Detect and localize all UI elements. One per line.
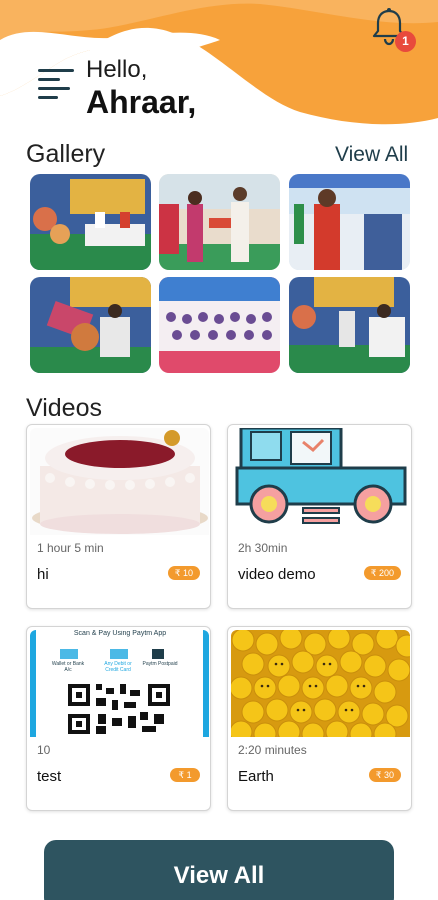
video-card[interactable]: 1 hour 5 min hi ₹ 10 [26, 424, 211, 609]
app-header: Hello, Ahraar, 1 [0, 0, 438, 130]
qr-option-wallet: Wallet or Bank A/c [51, 661, 85, 673]
video-duration: 10 [37, 743, 51, 757]
user-name: Ahraar, [86, 84, 197, 120]
video-thumbnail-yellow-heads [231, 630, 410, 737]
video-thumbnail-cake [30, 428, 209, 535]
notification-badge: 1 [395, 31, 416, 52]
price-badge: ₹ 30 [368, 768, 401, 782]
video-card[interactable]: 2:20 minutes Earth ₹ 30 [227, 626, 412, 811]
price-badge: ₹ 10 [167, 566, 200, 580]
gallery-image-4[interactable] [30, 277, 151, 373]
video-thumbnail-qr-code: Scan & Pay Using Paytm App Wallet or Ban… [30, 630, 209, 737]
gallery-view-all-link[interactable]: View All [335, 143, 408, 167]
video-title: Earth [238, 768, 274, 785]
video-thumbnail-train [231, 428, 410, 535]
greeting-text: Hello, [86, 56, 148, 83]
view-all-videos-button[interactable]: View All [44, 840, 394, 900]
video-duration: 2:20 minutes [238, 743, 307, 757]
gallery-image-3[interactable] [289, 174, 410, 270]
gallery-title: Gallery [26, 140, 106, 168]
gallery-image-6[interactable] [289, 277, 410, 373]
price-badge: ₹ 200 [363, 566, 401, 580]
video-duration: 2h 30min [238, 541, 288, 555]
video-duration: 1 hour 5 min [37, 541, 104, 555]
qr-heading: Scan & Pay Using Paytm App [73, 630, 167, 637]
video-card[interactable]: Scan & Pay Using Paytm App Wallet or Ban… [26, 626, 211, 811]
video-title: video demo [238, 566, 316, 583]
video-card[interactable]: 2h 30min video demo ₹ 200 [227, 424, 412, 609]
video-title: hi [37, 566, 49, 583]
menu-icon[interactable] [36, 66, 76, 102]
qr-option-postpaid: Paytm Postpaid [142, 661, 178, 667]
video-title: test [37, 768, 62, 785]
gallery-image-2[interactable] [159, 174, 280, 270]
qr-option-card: Any Debit or Credit Card [104, 661, 132, 673]
gallery-image-5[interactable] [159, 277, 280, 373]
price-badge: ₹ 1 [170, 768, 200, 782]
gallery-image-1[interactable] [30, 174, 151, 270]
videos-title: Videos [26, 394, 102, 422]
